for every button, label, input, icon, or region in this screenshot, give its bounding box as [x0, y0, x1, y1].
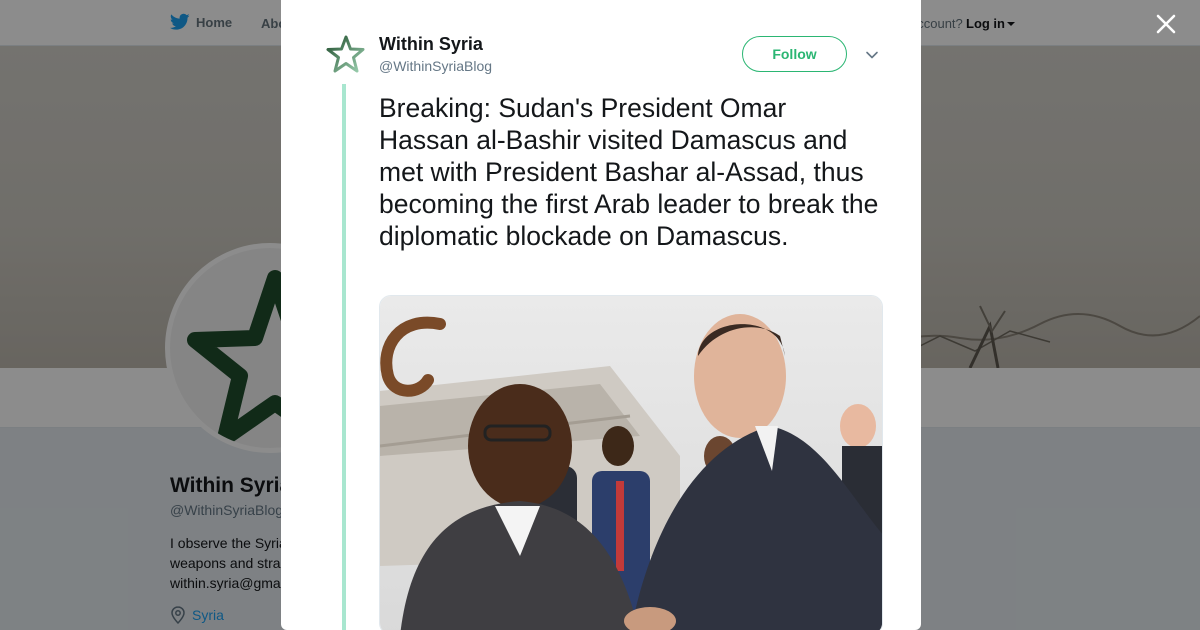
- tweet-text: Breaking: Sudan's President Omar Hassan …: [379, 93, 879, 251]
- tweet-photo-image: [380, 296, 882, 630]
- tweet-avatar[interactable]: [325, 34, 365, 76]
- tweet-author-name[interactable]: Within Syria: [379, 34, 483, 55]
- thread-line: [342, 84, 346, 630]
- chevron-down-icon[interactable]: [865, 48, 879, 62]
- tweet-author-handle[interactable]: @WithinSyriaBlog: [379, 58, 492, 74]
- tweet-photo[interactable]: [379, 295, 883, 630]
- tweet-modal: Within Syria @WithinSyriaBlog Follow Bre…: [281, 0, 921, 630]
- follow-button[interactable]: Follow: [742, 36, 847, 72]
- close-icon[interactable]: [1152, 10, 1180, 38]
